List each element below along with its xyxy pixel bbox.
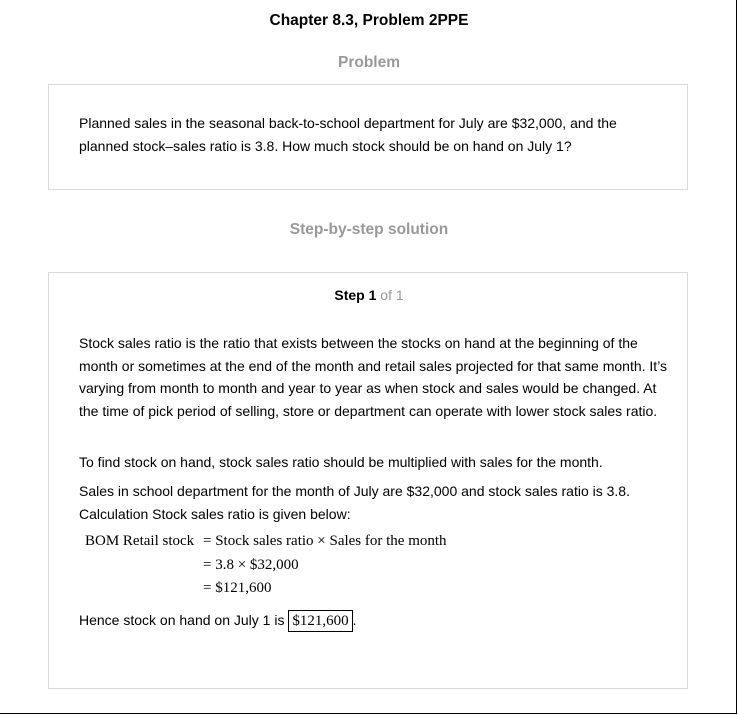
step-word: Step	[334, 287, 365, 303]
equation-line-3: = $121,600	[203, 580, 272, 596]
step-label: Step 1 of 1	[49, 287, 689, 303]
equation-line-1: = Stock sales ratio × Sales for the mont…	[203, 533, 447, 549]
paragraph-definition: Stock sales ratio is the ratio that exis…	[79, 335, 668, 419]
page-title: Chapter 8.3, Problem 2PPE	[269, 12, 469, 29]
paragraph-given: Sales in school department for the month…	[79, 483, 630, 522]
solution-box: Step 1 of 1 Stock sales ratio is the rat…	[48, 272, 688, 689]
problem-box: Planned sales in the seasonal back-to-sc…	[48, 84, 688, 190]
solution-heading: Step-by-step solution	[289, 221, 449, 238]
equation-line-2: = 3.8 × $32,000	[203, 557, 299, 573]
step-number: 1	[368, 287, 377, 303]
equation-lhs: BOM Retail stock	[85, 533, 195, 549]
problem-text: Planned sales in the seasonal back-to-sc…	[79, 115, 617, 154]
step-total: of 1	[380, 287, 404, 303]
paragraph-method: To find stock on hand, stock sales ratio…	[79, 454, 603, 470]
conclusion: Hence stock on hand on July 1 is $121,60…	[79, 609, 669, 633]
answer-box: $121,600	[288, 610, 353, 633]
conclusion-period: .	[352, 612, 357, 628]
problem-heading: Problem	[337, 54, 400, 71]
conclusion-text: Hence stock on hand on July 1 is	[79, 612, 285, 628]
